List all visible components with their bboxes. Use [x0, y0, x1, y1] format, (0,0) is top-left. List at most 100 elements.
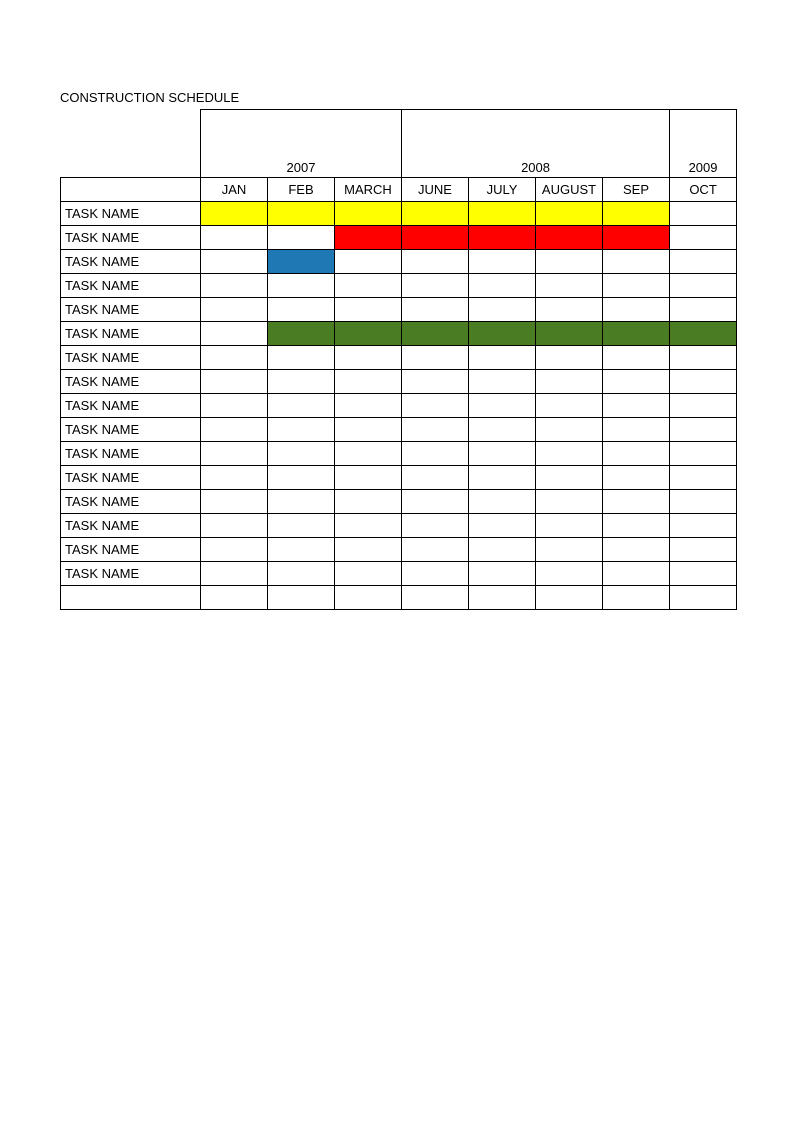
- task-name-cell: TASK NAME: [61, 370, 201, 394]
- gantt-cell: [335, 274, 402, 298]
- gantt-cell: [603, 442, 670, 466]
- gantt-cell: [402, 466, 469, 490]
- gantt-cell: [335, 298, 402, 322]
- gantt-cell: [469, 298, 536, 322]
- gantt-cell: [603, 490, 670, 514]
- month-header: JAN: [201, 178, 268, 202]
- gantt-cell: [335, 514, 402, 538]
- gantt-cell: [335, 322, 402, 346]
- gantt-cell: [603, 322, 670, 346]
- gantt-cell: [335, 202, 402, 226]
- gantt-cell: [603, 466, 670, 490]
- year-header: 2009: [670, 110, 737, 178]
- gantt-cell: [469, 346, 536, 370]
- gantt-cell: [402, 538, 469, 562]
- gantt-cell: [536, 394, 603, 418]
- gantt-cell: [670, 538, 737, 562]
- task-name-cell: TASK NAME: [61, 490, 201, 514]
- task-name-cell: TASK NAME: [61, 418, 201, 442]
- gantt-cell: [268, 538, 335, 562]
- gantt-cell: [335, 466, 402, 490]
- gantt-cell: [201, 322, 268, 346]
- gantt-cell: [670, 514, 737, 538]
- task-name-cell: TASK NAME: [61, 562, 201, 586]
- gantt-cell: [536, 250, 603, 274]
- task-name-cell: TASK NAME: [61, 274, 201, 298]
- gantt-table: 200720082009JANFEBMARCHJUNEJULYAUGUSTSEP…: [60, 109, 737, 610]
- gantt-cell: [536, 514, 603, 538]
- gantt-cell: [536, 274, 603, 298]
- gantt-cell: [402, 202, 469, 226]
- gantt-cell: [469, 394, 536, 418]
- gantt-cell: [268, 466, 335, 490]
- gantt-cell: [469, 226, 536, 250]
- gantt-cell: [268, 490, 335, 514]
- gantt-cell: [536, 586, 603, 610]
- month-header-blank: [61, 178, 201, 202]
- gantt-cell: [670, 562, 737, 586]
- gantt-cell: [469, 274, 536, 298]
- page-title: CONSTRUCTION SCHEDULE: [60, 90, 735, 105]
- gantt-cell: [268, 562, 335, 586]
- gantt-cell: [603, 538, 670, 562]
- table-row: TASK NAME: [61, 298, 737, 322]
- gantt-cell: [335, 538, 402, 562]
- gantt-cell: [670, 466, 737, 490]
- gantt-cell: [402, 274, 469, 298]
- gantt-cell: [603, 250, 670, 274]
- gantt-cell: [603, 562, 670, 586]
- gantt-cell: [268, 346, 335, 370]
- gantt-cell: [536, 322, 603, 346]
- gantt-cell: [201, 226, 268, 250]
- gantt-cell: [469, 514, 536, 538]
- year-header-blank: [61, 110, 201, 178]
- gantt-cell: [536, 466, 603, 490]
- gantt-cell: [201, 586, 268, 610]
- gantt-cell: [335, 250, 402, 274]
- gantt-cell: [335, 226, 402, 250]
- gantt-cell: [536, 442, 603, 466]
- table-row: TASK NAME: [61, 418, 737, 442]
- gantt-cell: [402, 394, 469, 418]
- gantt-cell: [335, 394, 402, 418]
- gantt-cell: [268, 418, 335, 442]
- gantt-cell: [402, 490, 469, 514]
- gantt-cell: [402, 298, 469, 322]
- gantt-cell: [201, 418, 268, 442]
- gantt-cell: [603, 346, 670, 370]
- gantt-cell: [268, 250, 335, 274]
- gantt-cell: [402, 562, 469, 586]
- gantt-cell: [670, 418, 737, 442]
- table-row: TASK NAME: [61, 202, 737, 226]
- table-row: TASK NAME: [61, 370, 737, 394]
- gantt-cell: [402, 226, 469, 250]
- table-row: TASK NAME: [61, 226, 737, 250]
- gantt-cell: [670, 250, 737, 274]
- gantt-cell: [201, 466, 268, 490]
- gantt-cell: [603, 586, 670, 610]
- gantt-cell: [536, 346, 603, 370]
- gantt-cell: [603, 298, 670, 322]
- month-header: MARCH: [335, 178, 402, 202]
- gantt-cell: [670, 394, 737, 418]
- gantt-cell: [536, 370, 603, 394]
- task-name-cell: TASK NAME: [61, 538, 201, 562]
- gantt-cell: [335, 586, 402, 610]
- gantt-cell: [201, 298, 268, 322]
- month-header: AUGUST: [536, 178, 603, 202]
- table-row: TASK NAME: [61, 322, 737, 346]
- gantt-cell: [670, 586, 737, 610]
- table-row: TASK NAME: [61, 442, 737, 466]
- gantt-cell: [536, 298, 603, 322]
- gantt-cell: [402, 586, 469, 610]
- gantt-cell: [670, 490, 737, 514]
- gantt-cell: [268, 298, 335, 322]
- gantt-cell: [536, 490, 603, 514]
- task-name-cell: TASK NAME: [61, 322, 201, 346]
- gantt-cell: [201, 202, 268, 226]
- gantt-cell: [402, 250, 469, 274]
- gantt-cell: [335, 562, 402, 586]
- gantt-cell: [335, 490, 402, 514]
- task-name-cell: TASK NAME: [61, 298, 201, 322]
- table-row: TASK NAME: [61, 514, 737, 538]
